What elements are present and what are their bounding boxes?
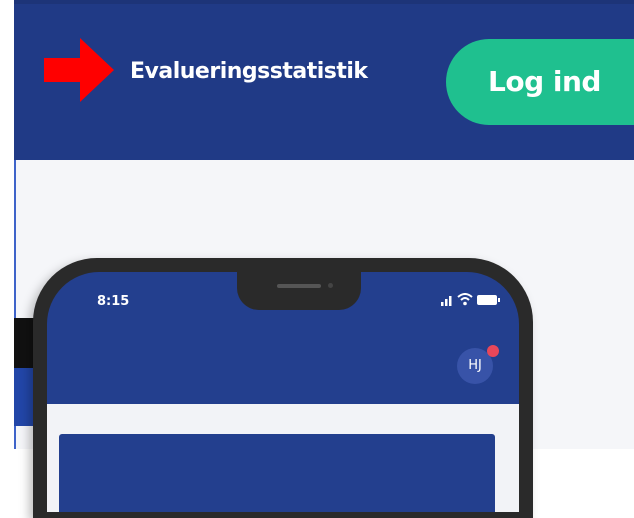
battery-icon [477, 295, 500, 305]
phone-notch [237, 272, 361, 310]
avatar-initials: HJ [468, 358, 482, 373]
camera-dot [328, 283, 333, 288]
phone-content-area [47, 404, 519, 512]
wifi-icon [457, 293, 473, 306]
phone-mockup: 8:15 HJ [33, 258, 533, 518]
avatar[interactable]: HJ [457, 345, 499, 384]
notification-badge [487, 345, 499, 357]
arrow-right-icon [44, 38, 114, 102]
site-header: Evalueringsstatistik Log ind [14, 0, 634, 160]
signal-icon [441, 296, 452, 306]
phone-card [59, 434, 495, 512]
nav-link-evaluation-statistics[interactable]: Evalueringsstatistik [130, 59, 368, 84]
login-button[interactable]: Log ind [446, 39, 634, 125]
phone-screen: 8:15 HJ [47, 272, 519, 512]
status-time: 8:15 [97, 294, 130, 309]
speaker-grille [277, 284, 321, 288]
left-margin [0, 0, 14, 449]
